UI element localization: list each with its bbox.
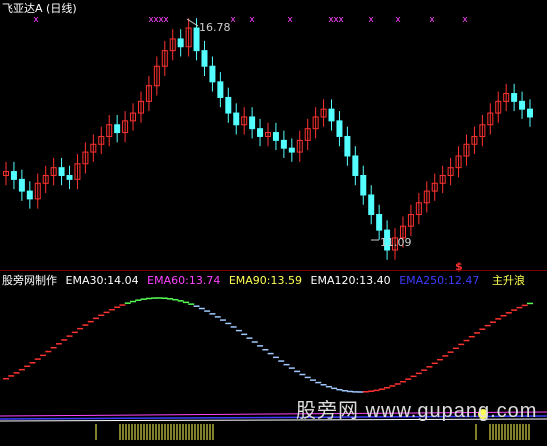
- signal-x-marker: x: [368, 15, 374, 25]
- candle-body: [18, 178, 25, 192]
- chart-canvas: xxxxxxxxxxxxxxx: [0, 15, 547, 440]
- candle-body: [376, 213, 383, 231]
- signal-x-marker: x: [249, 15, 255, 25]
- candle-body: [58, 167, 65, 176]
- high-price-label: 16.78: [199, 21, 231, 34]
- signal-x-marker: x: [429, 15, 435, 25]
- candle-body: [26, 190, 33, 200]
- panel-separator: [0, 270, 547, 271]
- ema30-value: EMA30:14.04: [65, 274, 139, 287]
- candle-body: [288, 147, 295, 153]
- main-wave-signal: 主升浪: [492, 274, 525, 287]
- candle-body: [368, 194, 375, 215]
- candle-body: [201, 50, 208, 67]
- signal-x-marker: x: [163, 15, 169, 25]
- candle-body: [10, 171, 17, 180]
- candle-body: [344, 135, 351, 157]
- candle-body: [257, 128, 264, 137]
- signal-x-marker: x: [287, 15, 293, 25]
- kline-chart-window: xxxxxxxxxxxxxxx 飞亚达A (日线) 16.78 11.09 $ …: [0, 0, 547, 446]
- watermark: 股旁网 www.gupang.com: [296, 400, 538, 422]
- candle-body: [249, 116, 256, 130]
- candle-body: [114, 124, 121, 134]
- candle-body: [511, 93, 518, 102]
- ema90-value: EMA90:13.59: [228, 274, 303, 287]
- signal-x-marker: x: [230, 15, 236, 25]
- stock-title: 飞亚达A (日线): [2, 2, 77, 15]
- candle-body: [519, 100, 526, 110]
- candle-body: [280, 139, 287, 149]
- signal-x-marker: x: [33, 15, 39, 25]
- signal-x-marker: x: [338, 15, 344, 25]
- indicator-name: 股旁网制作: [2, 274, 57, 287]
- ema250-value: EMA250:12.47: [399, 274, 480, 287]
- candle-body: [272, 132, 279, 141]
- dollar-signal-marker: $: [455, 260, 463, 273]
- candle-body: [177, 38, 184, 48]
- signal-x-marker: x: [462, 15, 468, 25]
- candle-body: [360, 174, 367, 196]
- ema60-value: EMA60:13.74: [147, 274, 221, 287]
- signal-x-marker: x: [395, 15, 401, 25]
- candle-body: [209, 65, 216, 83]
- candle-body: [328, 108, 335, 122]
- candle-body: [66, 174, 73, 180]
- indicator-legend: 股旁网制作 EMA30:14.04 EMA60:13.74 EMA90:13.5…: [2, 274, 484, 287]
- candle-body: [225, 96, 232, 114]
- candle-body: [233, 112, 240, 126]
- candle-body: [352, 155, 359, 176]
- candle-body: [217, 81, 224, 98]
- ema120-value: EMA120:13.40: [310, 274, 391, 287]
- candle-body: [527, 108, 533, 118]
- low-price-label: 11.09: [380, 236, 412, 249]
- candle-body: [336, 120, 343, 137]
